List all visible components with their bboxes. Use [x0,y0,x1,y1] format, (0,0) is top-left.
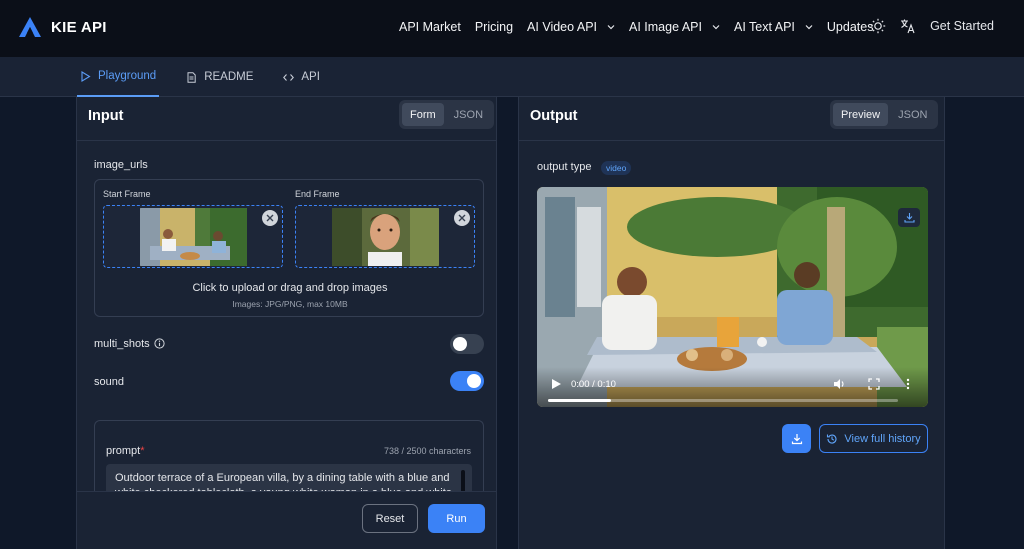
output-type-badge: video [601,161,632,175]
info-icon[interactable] [154,338,165,349]
sound-label: sound [94,376,124,388]
required-mark: * [140,445,145,457]
nav-actions: Get Started [870,18,994,34]
chevron-down-icon [712,25,720,30]
main-nav: API Market Pricing AI Video API AI Image… [399,20,887,34]
reset-button[interactable]: Reset [362,504,418,533]
nav-ai-text-api-label: AI Text API [733,20,795,34]
prompt-char-count: 738 / 2500 characters [383,446,471,456]
download-icon [791,433,802,444]
sound-toggle[interactable] [450,371,484,391]
brand-logo[interactable]: KIE API [18,16,107,38]
input-panel-header: Input Form JSON [77,97,496,141]
nav-api-market-label: API Market [399,20,461,34]
prompt-label-text: prompt [106,445,141,457]
document-icon [187,71,196,83]
json-mode-button[interactable]: JSON [890,103,935,126]
image-urls-label: image_urls [94,159,148,171]
json-mode-button[interactable]: JSON [446,103,491,126]
end-frame-dropzone[interactable] [295,205,475,268]
video-progress-track[interactable] [548,399,898,402]
play-icon[interactable] [550,378,562,390]
output-title: Output [530,108,578,124]
preview-mode-button[interactable]: Preview [833,103,889,126]
end-frame-thumbnail [332,208,439,266]
nav-ai-text-api[interactable]: AI Text API [734,20,813,34]
input-panel: Input Form JSON image_urls Start Frame E… [76,97,497,549]
nav-ai-video-api[interactable]: AI Video API [527,20,615,34]
view-history-label: View full history [844,432,921,445]
fullscreen-icon[interactable] [868,378,880,390]
get-started-link[interactable]: Get Started [930,19,994,33]
chevron-down-icon [607,25,615,30]
output-panel-header: Output Preview JSON [519,97,944,141]
video-controls: 0:00 / 0:10 [537,367,928,407]
tab-readme-label: README [204,71,254,83]
form-mode-button[interactable]: Form [402,103,444,126]
page-tabs: Playground README API [77,57,347,97]
multi-shots-label-text: multi_shots [94,338,150,350]
play-icon [81,70,91,82]
view-history-button[interactable]: View full history [819,424,928,453]
start-frame-thumbnail [140,208,247,266]
output-panel: Output Preview JSON output type video 0:… [518,97,945,549]
translate-icon[interactable] [900,18,916,34]
tab-playground[interactable]: Playground [77,57,160,97]
remove-end-frame-button[interactable] [454,210,470,226]
input-action-bar: Reset Run [77,491,496,549]
nav-ai-image-api-label: AI Image API [629,20,702,34]
code-icon [283,73,295,81]
image-upload-area[interactable]: Start Frame End Frame Click to upload or… [94,179,484,317]
end-frame-label: End Frame [295,189,340,199]
nav-updates-label: Updates [826,20,874,34]
chevron-down-icon [805,25,813,30]
nav-pricing-label: Pricing [474,20,514,34]
download-icon [903,213,915,223]
input-mode-toggle: Form JSON [399,100,495,129]
start-frame-label: Start Frame [103,189,151,199]
sun-icon[interactable] [870,18,886,34]
start-frame-dropzone[interactable] [103,205,283,268]
tab-readme[interactable]: README [183,57,256,97]
more-options-icon[interactable] [902,378,914,390]
history-icon [827,434,837,444]
output-mode-toggle: Preview JSON [830,100,939,129]
close-icon [458,214,466,222]
output-type-label: output type [537,161,592,173]
multi-shots-toggle[interactable] [450,334,484,354]
brand-name: KIE API [51,18,107,36]
volume-icon[interactable] [833,378,845,390]
nav-api-market[interactable]: API Market [399,20,461,34]
video-progress-fill [548,399,611,402]
nav-ai-image-api[interactable]: AI Image API [629,20,720,34]
multi-shots-label: multi_shots [94,338,165,350]
input-title: Input [88,108,124,124]
nav-ai-video-api-label: AI Video API [527,20,598,34]
video-download-button[interactable] [898,208,920,227]
toggle-knob [453,337,467,351]
kie-logo-icon [19,17,41,37]
nav-pricing[interactable]: Pricing [475,20,513,34]
upload-hint: Images: JPG/PNG, max 10MB [232,299,348,309]
tab-api[interactable]: API [280,57,323,97]
close-icon [266,214,274,222]
download-output-button[interactable] [782,424,811,453]
run-button[interactable]: Run [428,504,485,533]
nav-updates[interactable]: Updates [827,20,874,34]
sub-navbar: Playground README API [0,57,1024,97]
remove-start-frame-button[interactable] [262,210,278,226]
tab-playground-label: Playground [98,70,157,82]
toggle-knob [467,374,481,388]
top-navbar: KIE API API Market Pricing AI Video API … [0,0,1024,57]
tab-api-label: API [301,71,320,83]
prompt-label: prompt* [106,445,145,457]
upload-instruction: Click to upload or drag and drop images [192,282,388,294]
video-time: 0:00 / 0:10 [571,379,616,390]
video-player[interactable]: 0:00 / 0:10 [537,187,928,407]
